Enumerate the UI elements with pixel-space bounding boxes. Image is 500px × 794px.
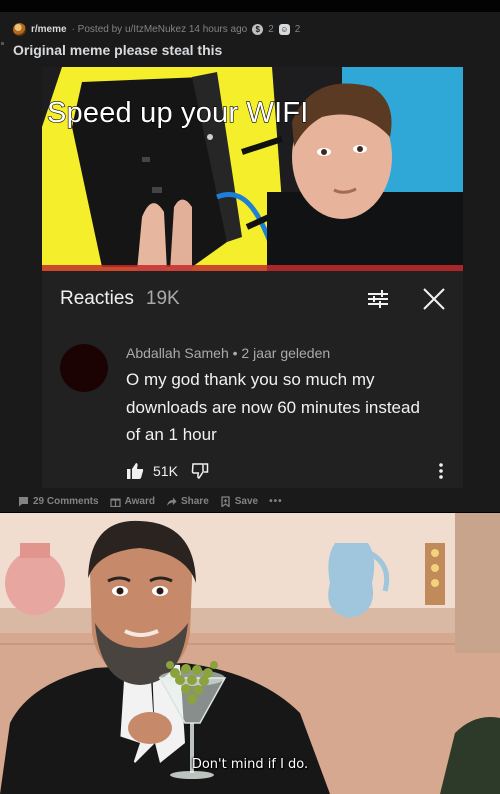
share-button[interactable]: Share (166, 496, 209, 507)
filter-icon[interactable] (367, 288, 389, 310)
thumbnail-title: Speed up your WIFI (46, 96, 309, 129)
comments-header: Reacties 19K (60, 287, 180, 311)
save-button[interactable]: Save (220, 496, 258, 507)
comments-button-label: 29 Comments (33, 495, 99, 507)
subreddit-avatar[interactable] (13, 22, 26, 36)
comments-count: 19K (145, 288, 180, 309)
post-title[interactable]: Original meme please steal this (13, 42, 222, 58)
comments-header-label: Reacties (60, 288, 134, 309)
comment-text: O my god thank you so much my downloads … (126, 370, 420, 444)
comments-button[interactable]: 29 Comments (18, 496, 99, 507)
posted-by[interactable]: · Posted by u/ItzMeNukez 14 hours ago (72, 24, 248, 35)
like-icon[interactable] (126, 462, 144, 480)
meme-reaction-image (0, 513, 500, 794)
kebab-icon[interactable] (434, 462, 448, 480)
dislike-icon[interactable] (191, 462, 209, 480)
post-meta: r/meme · Posted by u/ItzMeNukez 14 hours… (13, 22, 300, 36)
reddit-post: r/meme · Posted by u/ItzMeNukez 14 hours… (0, 12, 500, 512)
save-button-label: Save (234, 495, 259, 507)
comment-actions: 51K (126, 460, 209, 482)
gift-icon (109, 498, 121, 507)
subreddit-link[interactable]: r/meme (31, 24, 67, 35)
video-thumbnail: Speed up your WIFI (42, 67, 463, 271)
award-count: 2 (268, 23, 274, 35)
comment-author-line[interactable]: Abdallah Sameh • 2 jaar geleden (126, 345, 330, 361)
reaction-illustration (0, 513, 500, 794)
more-options-button[interactable]: ••• (269, 496, 283, 507)
like-count: 51K (153, 463, 178, 479)
award-button-label: Award (124, 495, 155, 507)
share-button-label: Share (180, 495, 209, 507)
award-silver-icon: $ (252, 23, 264, 35)
save-icon (221, 495, 230, 507)
post-image[interactable]: Speed up your WIFI Reacties 19K Abdallah (42, 67, 463, 488)
subtitle-caption: Don't mind if I do. (191, 757, 309, 772)
award-count: 2 (294, 23, 301, 35)
close-icon[interactable] (423, 288, 445, 310)
post-footer: 29 Comments Award Share Save ••• (18, 494, 283, 508)
award-wholesome-icon: ☺ (278, 23, 290, 35)
share-icon (166, 497, 177, 506)
edge-marker (1, 42, 4, 45)
commenter-avatar[interactable] (60, 344, 108, 392)
comment-icon (19, 496, 28, 506)
award-button[interactable]: Award (109, 495, 155, 507)
